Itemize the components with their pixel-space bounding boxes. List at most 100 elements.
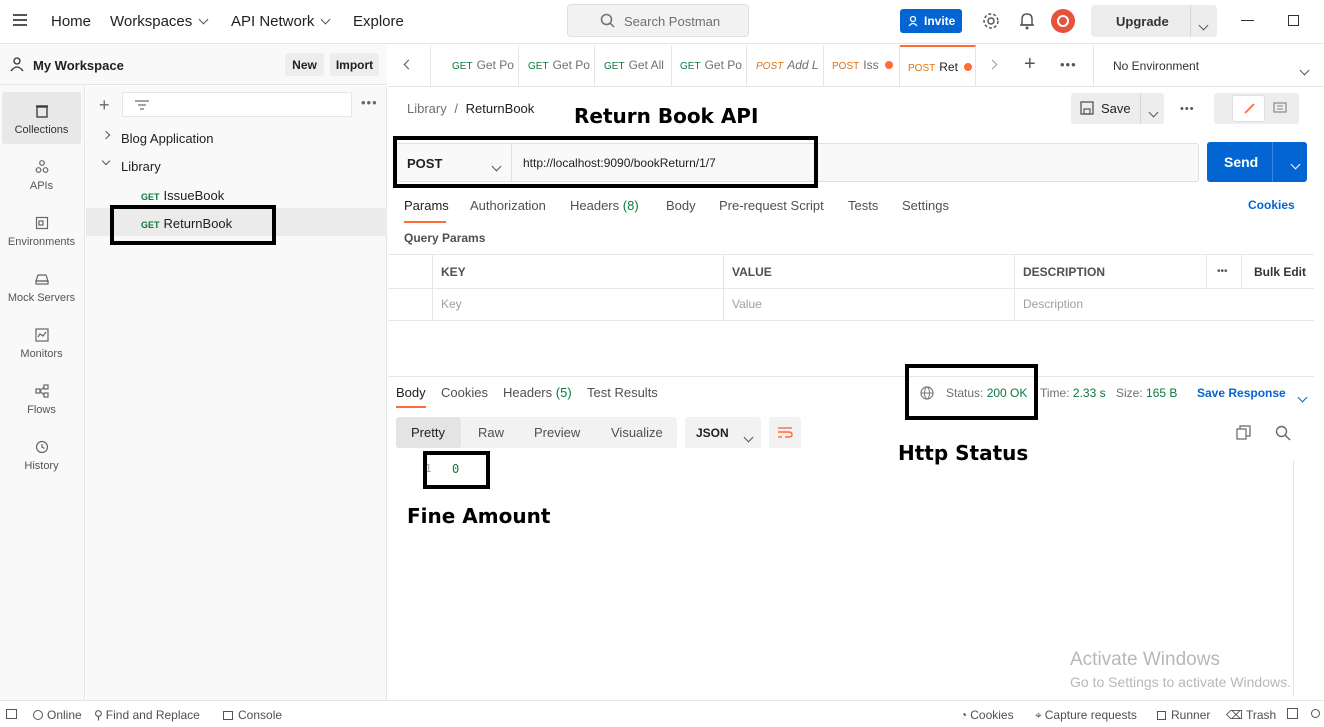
comment-icon[interactable]	[1273, 102, 1287, 115]
filter-input[interactable]	[122, 92, 352, 117]
minimize-icon[interactable]	[1241, 20, 1254, 21]
copy-icon[interactable]	[1236, 425, 1251, 440]
tab-tests[interactable]: Tests	[848, 198, 878, 213]
tab-request[interactable]: GET Get All	[596, 45, 672, 86]
cookies-label: Cookies	[970, 708, 1014, 722]
format-select[interactable]: JSON	[685, 417, 761, 448]
response-tab-body[interactable]: Body	[396, 385, 426, 400]
bulk-edit-button[interactable]: Bulk Edit	[1254, 265, 1306, 279]
headers-count: (8)	[622, 198, 639, 213]
view-preview[interactable]: Preview	[534, 425, 580, 440]
rail-monitors[interactable]: Monitors	[2, 316, 81, 368]
tab-pre-request-script[interactable]: Pre-request Script	[719, 198, 824, 213]
chevron-down-icon[interactable]	[1198, 20, 1209, 31]
tab-request[interactable]: GET Get Po	[444, 45, 519, 86]
key-input[interactable]: Key	[441, 297, 721, 317]
gear-icon[interactable]	[982, 12, 1000, 30]
plus-icon[interactable]: +	[1024, 53, 1036, 76]
save-response-button[interactable]: Save Response	[1197, 386, 1286, 400]
console-button[interactable]: Console	[223, 708, 282, 722]
collection-blog-application[interactable]: Blog Application	[86, 127, 387, 150]
capture-requests-button[interactable]: ⌖ Capture requests	[1035, 708, 1137, 723]
tab-returnbook[interactable]: POST Ret	[900, 45, 976, 86]
wrap-lines-button[interactable]	[769, 417, 801, 448]
more-options-icon[interactable]: •••	[1060, 57, 1077, 72]
tab-label: Get All	[628, 58, 664, 72]
sidebar-toggle-icon[interactable]	[6, 709, 17, 719]
tab-request[interactable]: GET Get Po	[520, 45, 595, 86]
more-options-icon[interactable]: •••	[1217, 266, 1228, 277]
headers-count: (5)	[555, 385, 572, 400]
tab-body[interactable]: Body	[666, 198, 696, 213]
plus-icon[interactable]: +	[99, 95, 110, 116]
workspace-name[interactable]: My Workspace	[33, 58, 124, 73]
find-replace-button[interactable]: ⚲ Find and Replace	[94, 708, 200, 722]
rail-history[interactable]: History	[2, 428, 81, 480]
search-input[interactable]: Search Postman	[567, 4, 749, 37]
import-button[interactable]: Import	[330, 53, 379, 76]
request-issuebook[interactable]: GET IssueBook	[86, 183, 387, 206]
response-tab-headers[interactable]: Headers (5)	[503, 385, 572, 400]
new-button[interactable]: New	[285, 53, 324, 76]
rail-label: History	[24, 460, 59, 472]
send-button[interactable]: Send	[1207, 142, 1307, 182]
divider	[1140, 93, 1141, 124]
trash-button[interactable]: ⌫ Trash	[1226, 708, 1276, 722]
environment-select[interactable]: No Environment	[1094, 45, 1324, 86]
edit-toggle[interactable]	[1232, 95, 1265, 122]
upgrade-button[interactable]: Upgrade	[1091, 5, 1217, 37]
tab-params[interactable]: Params	[404, 198, 449, 213]
restore-icon[interactable]	[1288, 15, 1299, 26]
tab-headers-label: Headers	[570, 198, 620, 213]
menu-icon[interactable]	[13, 14, 27, 26]
tab-authorization[interactable]: Authorization	[470, 198, 546, 213]
runner-button[interactable]: Runner	[1157, 708, 1210, 722]
scrollbar[interactable]	[1293, 460, 1294, 696]
invite-button[interactable]: Invite	[900, 9, 962, 33]
nav-workspaces[interactable]: Workspaces	[110, 13, 209, 30]
save-button[interactable]: Save	[1071, 93, 1164, 124]
tab-request[interactable]: GET Get Po	[672, 45, 747, 86]
value-input[interactable]: Value	[732, 297, 1012, 317]
cookies-link[interactable]: Cookies	[1248, 198, 1295, 212]
view-raw[interactable]: Raw	[478, 425, 504, 440]
rail-flows[interactable]: Flows	[2, 372, 81, 424]
response-size[interactable]: Size: 165 B	[1116, 386, 1177, 400]
nav-api-network[interactable]: API Network	[231, 13, 331, 30]
online-status[interactable]: Online	[33, 708, 82, 722]
rail-collections[interactable]: Collections	[2, 92, 81, 144]
collection-library[interactable]: Library	[86, 155, 387, 178]
view-visualize[interactable]: Visualize	[611, 425, 663, 440]
breadcrumb-parent[interactable]: Library	[407, 101, 447, 116]
rail-mock-servers[interactable]: Mock Servers	[2, 260, 81, 312]
tab-settings[interactable]: Settings	[902, 198, 949, 213]
upgrade-label: Upgrade	[1116, 14, 1169, 29]
chevron-down-icon[interactable]	[1290, 159, 1301, 170]
chevron-right-icon[interactable]	[987, 59, 998, 70]
chevron-down-icon[interactable]	[1148, 107, 1159, 118]
nav-home[interactable]: Home	[51, 13, 91, 30]
help-icon[interactable]	[1311, 709, 1320, 718]
unsaved-dot	[963, 63, 972, 71]
tab-headers[interactable]: Headers (8)	[570, 198, 639, 213]
layout-icon[interactable]	[1287, 708, 1298, 719]
chevron-down-icon[interactable]	[1297, 392, 1308, 403]
active-tab-indicator	[404, 221, 446, 223]
tab-request[interactable]: POST Iss	[824, 45, 900, 86]
bell-icon[interactable]	[1019, 12, 1035, 30]
rail-environments[interactable]: Environments	[2, 204, 81, 256]
more-options-icon[interactable]: •••	[1180, 103, 1195, 115]
response-tab-cookies[interactable]: Cookies	[441, 385, 488, 400]
nav-explore[interactable]: Explore	[353, 13, 404, 30]
avatar[interactable]	[1051, 9, 1075, 33]
description-input[interactable]: Description	[1023, 297, 1303, 317]
tab-request[interactable]: POST Add L	[748, 45, 824, 86]
rail-apis[interactable]: APIs	[2, 148, 81, 200]
chevron-left-icon[interactable]	[403, 59, 414, 70]
response-time[interactable]: Time: 2.33 s	[1040, 386, 1106, 400]
search-icon[interactable]	[1275, 425, 1291, 441]
cookies-button[interactable]: ◔ Cookies	[960, 708, 1014, 722]
response-tab-test-results[interactable]: Test Results	[587, 385, 658, 400]
view-pretty[interactable]: Pretty	[396, 417, 461, 448]
more-options-icon[interactable]: •••	[361, 95, 378, 110]
